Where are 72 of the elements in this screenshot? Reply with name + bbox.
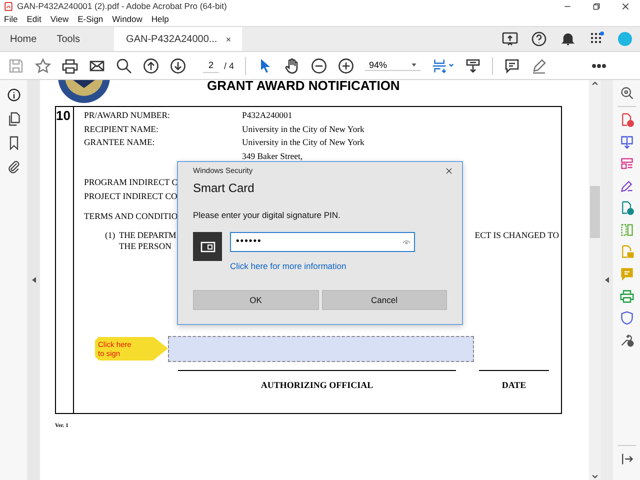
- window-title: GAN-P432A240001 (2).pdf - Adobe Acrobat Pro (64-bit): [17, 1, 227, 11]
- comment-icon[interactable]: [504, 58, 520, 74]
- export-pdf-icon[interactable]: [620, 135, 634, 149]
- search-icon[interactable]: [620, 86, 634, 100]
- sign-pen-icon[interactable]: [620, 179, 634, 193]
- close-icon[interactable]: [225, 36, 232, 42]
- restore-icon[interactable]: [592, 2, 601, 10]
- collapse-icon[interactable]: [604, 276, 610, 284]
- signature-label: DATE: [502, 380, 526, 390]
- document-text: THE PERSON: [119, 240, 172, 250]
- menu-item[interactable]: Edit: [26, 14, 42, 24]
- menu-item[interactable]: E-Sign: [78, 14, 104, 24]
- shield-icon[interactable]: [620, 311, 634, 325]
- document-text: PROGRAM INDIRECT C: [84, 177, 178, 187]
- scroll-up-icon[interactable]: [591, 80, 599, 88]
- star-icon[interactable]: [35, 58, 51, 74]
- highlight-pen-icon[interactable]: [531, 58, 548, 74]
- document-text: PROJECT INDIRECT CO: [84, 190, 178, 200]
- collapse-icon[interactable]: [30, 276, 36, 284]
- scroll-mode-icon[interactable]: [465, 58, 482, 74]
- tab[interactable]: Tools: [46, 27, 90, 51]
- signature-label: AUTHORIZING OFFICIAL: [260, 380, 374, 390]
- page-total: / 4: [224, 60, 234, 70]
- dialog-title: Smart Card: [193, 181, 256, 195]
- menu-item[interactable]: View: [50, 14, 69, 24]
- field-label: GRANTEE NAME:: [84, 136, 156, 149]
- close-icon[interactable]: [445, 166, 453, 174]
- scrollbar-thumb[interactable]: [590, 186, 600, 238]
- fit-page-icon[interactable]: [432, 58, 454, 74]
- info-icon[interactable]: [6, 88, 20, 102]
- document-heading: GRANT AWARD NOTIFICATION: [207, 80, 400, 93]
- caret-icon: [411, 62, 418, 68]
- tab[interactable]: GAN-P432A24000...: [114, 27, 242, 51]
- layout-icon[interactable]: [620, 157, 634, 171]
- document-text: TERMS AND CONDITIO: [84, 211, 178, 221]
- field-value: University in the City of New York: [242, 136, 366, 149]
- close-icon[interactable]: [621, 2, 630, 10]
- menu-item[interactable]: Help: [151, 14, 169, 24]
- bell-icon[interactable]: [560, 31, 576, 47]
- expand-panel-icon[interactable]: [620, 452, 634, 466]
- more-info-link[interactable]: Click here for more information: [230, 261, 447, 271]
- pin-field[interactable]: ••••••: [230, 232, 415, 252]
- document-text: ECT IS CHANGED TO: [474, 230, 559, 240]
- scroll-down-icon[interactable]: [591, 472, 599, 480]
- field-label: RECIPIENT NAME:: [84, 122, 160, 136]
- zoom-dropdown[interactable]: 94%: [365, 60, 422, 71]
- zoom-out-icon[interactable]: [311, 58, 328, 74]
- print-icon[interactable]: [62, 58, 78, 74]
- field-value: P432A240001: [242, 109, 294, 122]
- field-value: University in the City of New York: [242, 122, 366, 136]
- ok-button[interactable]: OK: [193, 290, 318, 310]
- signature-field[interactable]: [168, 336, 474, 362]
- document-text: THE DEPARTM: [119, 230, 176, 240]
- cancel-button[interactable]: Cancel: [322, 290, 447, 310]
- search-icon[interactable]: [116, 58, 132, 74]
- menu-item[interactable]: Window: [112, 14, 142, 24]
- hand-icon[interactable]: [284, 58, 300, 74]
- help-icon[interactable]: [531, 31, 547, 47]
- field-value: 349 Baker Street,: [242, 150, 304, 162]
- menu-item[interactable]: File: [4, 14, 18, 24]
- clause-number: (1): [104, 230, 116, 242]
- share-screen-icon[interactable]: [502, 31, 518, 47]
- pdf-add-icon[interactable]: [620, 201, 634, 215]
- pages-icon[interactable]: [6, 112, 20, 126]
- paperclip-icon[interactable]: [6, 160, 20, 174]
- zoom-in-icon[interactable]: [338, 58, 354, 74]
- field-label: PR/AWARD NUMBER:: [84, 109, 171, 122]
- reveal-icon[interactable]: [402, 238, 411, 247]
- tab[interactable]: Home: [0, 27, 47, 51]
- section-number: 10: [56, 108, 70, 123]
- dialog-prompt: Please enter your digital signature PIN.: [193, 210, 342, 220]
- create-pdf-icon[interactable]: [620, 113, 634, 127]
